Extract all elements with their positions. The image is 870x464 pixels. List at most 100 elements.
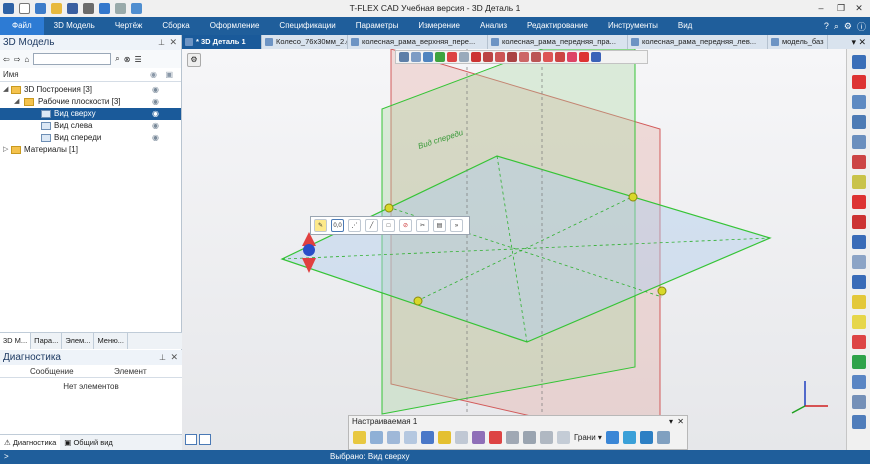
edit-pencil-icon[interactable]: ✎ (314, 219, 327, 232)
tree-item[interactable]: Вид спереди ◉ (0, 132, 181, 144)
cube-red-icon[interactable] (543, 52, 553, 62)
zoom-window-icon[interactable] (852, 95, 866, 109)
zoom-all-icon[interactable] (852, 135, 866, 149)
scene-canvas[interactable]: Вид спереди (182, 49, 846, 450)
top-view-plane[interactable] (280, 155, 772, 343)
info-icon[interactable]: ⓘ (857, 20, 866, 33)
pan-icon[interactable] (852, 155, 866, 169)
menu-measure[interactable]: Измерение (408, 17, 470, 35)
cube-red-icon[interactable] (555, 52, 565, 62)
cube-red-icon[interactable] (531, 52, 541, 62)
search-icon[interactable]: ⌕ (834, 21, 839, 32)
rotate-icon[interactable] (370, 431, 383, 444)
drag-handle-sphere[interactable] (303, 244, 315, 256)
frame-icon[interactable] (852, 275, 866, 289)
print-preview-icon[interactable] (852, 415, 866, 429)
thread-icon[interactable] (506, 431, 519, 444)
cube-blue-icon[interactable] (591, 52, 601, 62)
find-icon[interactable]: ⌕ (115, 54, 119, 64)
pin-icon[interactable]: ⊥ (158, 35, 165, 50)
square-icon[interactable]: □ (382, 219, 395, 232)
tree-item[interactable]: ◢ 3D Построения [3] ◉ (0, 84, 181, 96)
cube-red-icon[interactable] (471, 52, 481, 62)
selector-icon[interactable] (411, 52, 421, 62)
menu-3d-model[interactable]: 3D Модель (44, 17, 105, 35)
doc-tab[interactable]: колесная_рама_передняя_пра... (488, 35, 628, 49)
menu-parameters[interactable]: Параметры (346, 17, 409, 35)
toolbar-close-icon[interactable]: ✕ (677, 416, 684, 427)
visibility-column-icon[interactable]: ◉ (150, 68, 157, 82)
pin-icon[interactable]: ⊥ (159, 350, 166, 365)
plane-handle-point[interactable] (628, 192, 638, 202)
bend-icon[interactable] (557, 431, 570, 444)
filter-icon[interactable]: ⊗ (124, 55, 131, 64)
tab-3d-model[interactable]: 3D М... (0, 333, 32, 349)
tree-item[interactable]: ▷ Материалы [1] (0, 144, 181, 156)
list-options-icon[interactable]: ☰ (134, 55, 141, 64)
settings-icon[interactable]: ⚙ (844, 21, 852, 32)
spring-icon[interactable] (656, 431, 670, 444)
split-view-icon[interactable] (185, 434, 197, 445)
menu-edit[interactable]: Редактирование (517, 17, 598, 35)
doc-tab-active[interactable]: * 3D Деталь 1 (182, 35, 262, 49)
doc-tab[interactable]: колесная_рама_верхняя_пере... (348, 35, 488, 49)
panel-close-icon[interactable]: ✕ (170, 350, 178, 365)
tab-overview[interactable]: ▣ Общий вид (60, 435, 117, 450)
tab-elements[interactable]: Элем... (62, 333, 95, 349)
shaded-icon[interactable] (852, 255, 866, 269)
more-icon[interactable]: » (450, 219, 463, 232)
minimize-icon[interactable]: – (812, 0, 830, 17)
cube-red-icon[interactable] (519, 52, 529, 62)
tree-filter-input[interactable] (33, 53, 112, 65)
menu-assembly[interactable]: Сборка (152, 17, 199, 35)
properties-icon[interactable]: ▤ (433, 219, 446, 232)
layer-column-icon[interactable]: ▣ (165, 68, 173, 82)
sweep-icon[interactable] (404, 431, 417, 444)
tree-item[interactable]: Вид слева ◉ (0, 120, 181, 132)
menu-file[interactable]: Файл (0, 17, 44, 35)
orient-icon[interactable] (852, 195, 866, 209)
hide-icon[interactable]: ⊘ (399, 219, 412, 232)
collapse-icon[interactable]: ◢ (14, 96, 19, 108)
boolean-icon[interactable] (438, 431, 451, 444)
faces-dropdown[interactable]: Грани ▾ (574, 433, 602, 442)
hole-icon[interactable] (489, 431, 502, 444)
fillet-icon[interactable] (472, 431, 485, 444)
material-icon[interactable] (852, 335, 866, 349)
tab-parameters[interactable]: Пара... (31, 333, 63, 349)
rotate-view-icon[interactable] (852, 175, 866, 189)
restore-icon[interactable]: ❐ (832, 0, 850, 17)
dimension-button[interactable]: 0,0 (331, 219, 344, 232)
plane-handle-point[interactable] (413, 296, 423, 306)
green-cube-icon[interactable] (852, 355, 866, 369)
split-view-icon[interactable] (199, 434, 211, 445)
cube-red-icon[interactable] (483, 52, 493, 62)
dash-line-icon[interactable]: ⋰ (348, 219, 361, 232)
color-cube-icon[interactable] (579, 52, 589, 62)
collapse-icon[interactable]: ◢ (3, 84, 8, 96)
menu-design[interactable]: Оформление (200, 17, 270, 35)
command-prompt[interactable]: > (4, 450, 9, 464)
doc-tab[interactable]: Колесо_76x30мм_2.grs (262, 35, 348, 49)
tabs-menu-icon[interactable]: ▾ ✕ (851, 35, 866, 49)
3d-viewport[interactable]: Вид спереди ⚙ ✎ 0,0 ⋰ ╱ □ ⊘ ✂ ▤ » Настра… (182, 49, 846, 450)
pipe-icon[interactable] (421, 431, 434, 444)
forward-icon[interactable]: ⇨ (14, 55, 21, 64)
tab-menu[interactable]: Меню... (94, 333, 128, 349)
doc-tab[interactable]: модель_баз (768, 35, 828, 49)
help-icon[interactable]: ? (824, 21, 829, 31)
pattern-icon[interactable] (540, 431, 553, 444)
select-mode-icon[interactable] (423, 52, 433, 62)
doc-tab[interactable]: колесная_рама_передняя_лев... (628, 35, 768, 49)
tab-diagnostics[interactable]: ⚠ Диагностика (0, 435, 61, 450)
back-icon[interactable]: ⇦ (3, 55, 10, 64)
line-icon[interactable]: ╱ (365, 219, 378, 232)
shell-icon[interactable] (523, 431, 536, 444)
plane-handle-point[interactable] (384, 203, 394, 213)
zoom-icon[interactable] (852, 115, 866, 129)
menu-tools[interactable]: Инструменты (598, 17, 668, 35)
snap-icon[interactable] (459, 52, 469, 62)
camera-icon[interactable] (852, 375, 866, 389)
cube-view-icon[interactable] (852, 235, 866, 249)
cube-red-icon[interactable] (495, 52, 505, 62)
